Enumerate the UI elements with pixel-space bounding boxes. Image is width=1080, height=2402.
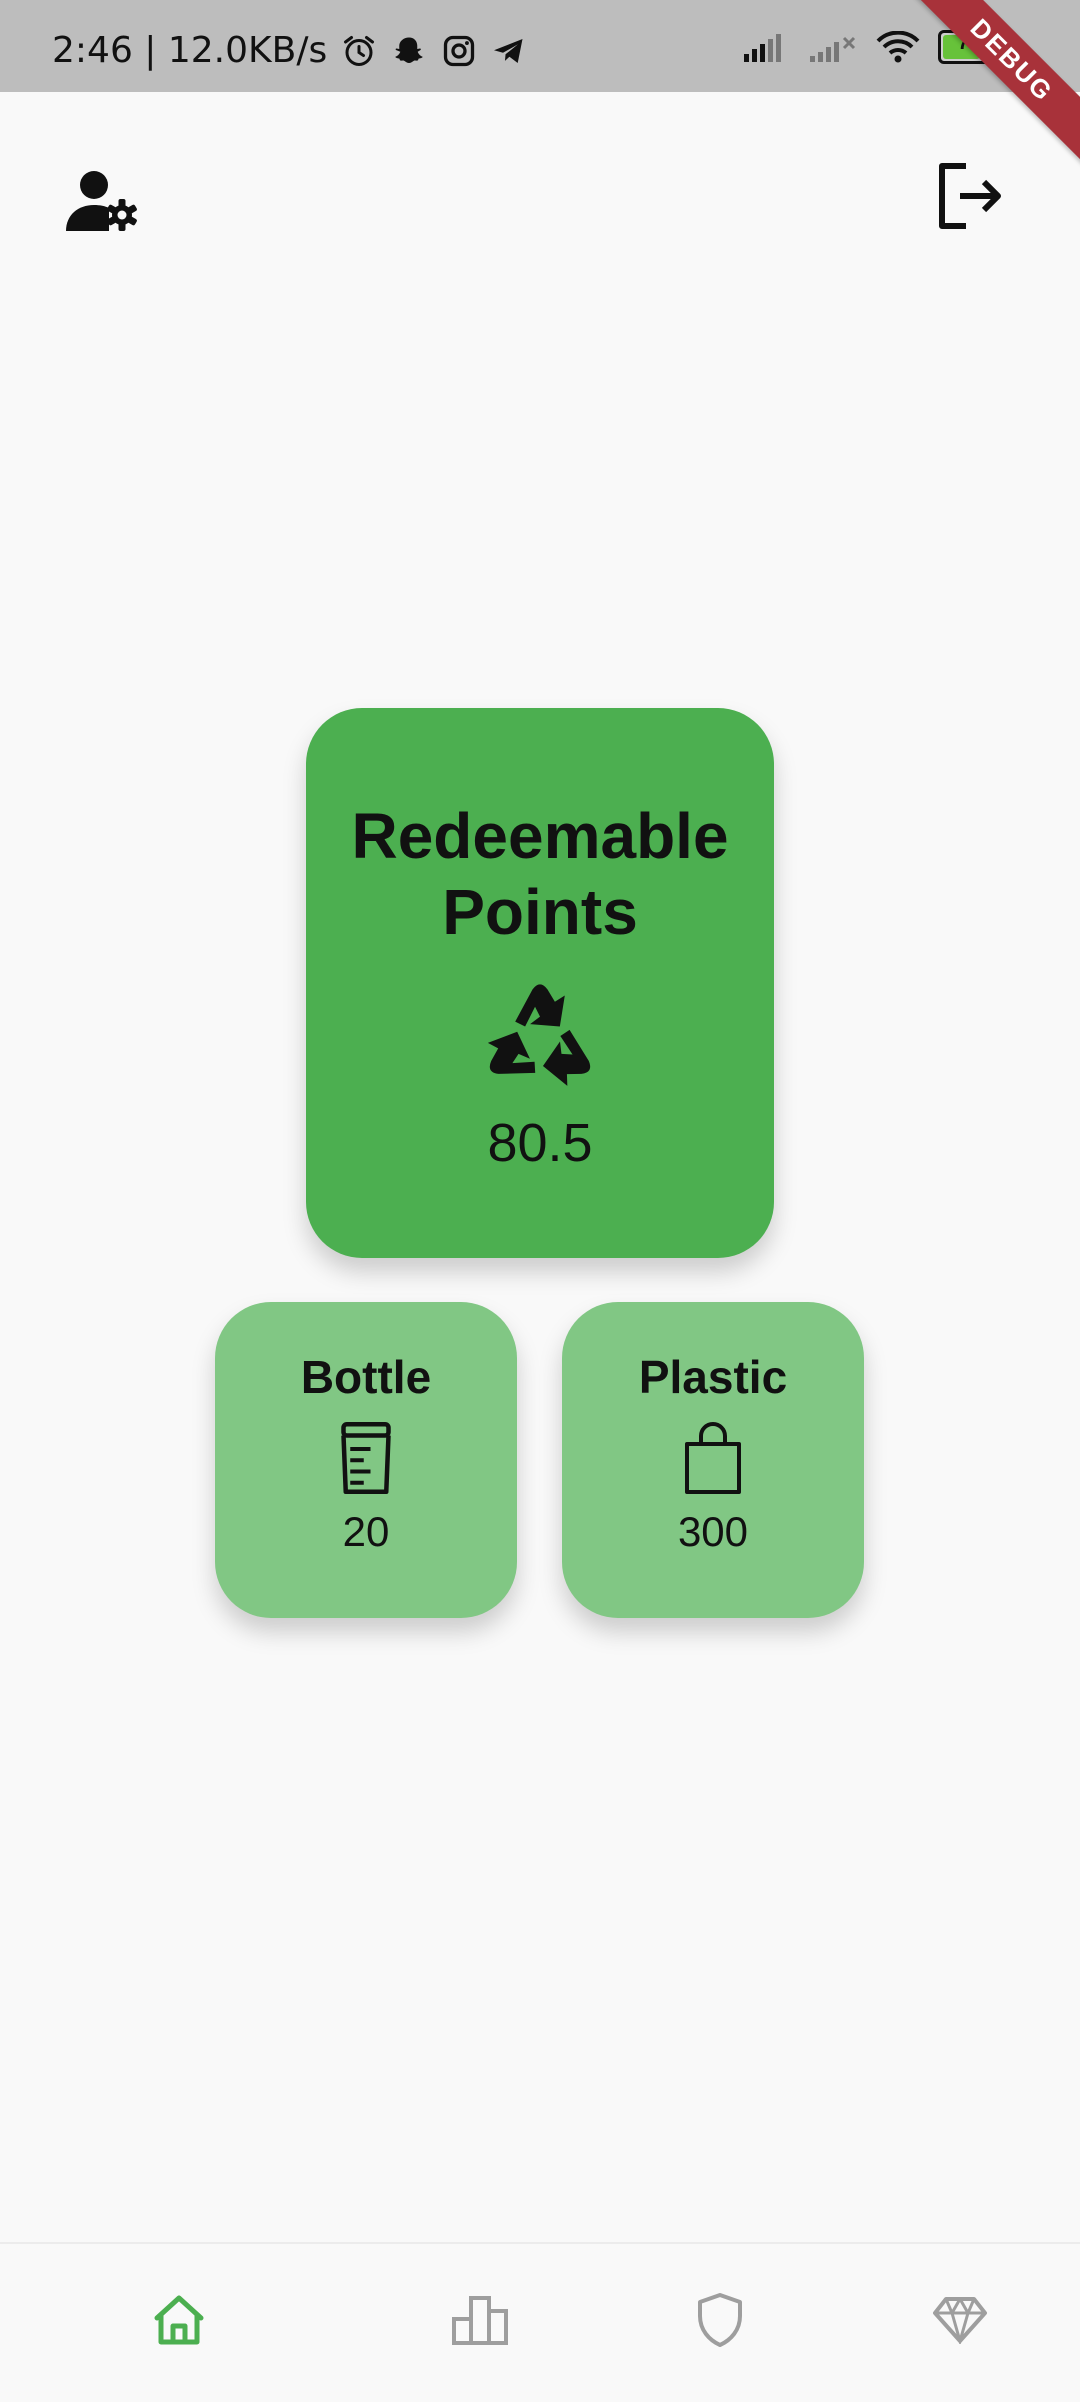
- status-left: 2:46 | 12.0KB/s: [52, 30, 527, 71]
- bottle-title: Bottle: [300, 1351, 432, 1403]
- shopping-bag-icon: [685, 1422, 741, 1494]
- snapchat-icon: [395, 37, 424, 63]
- status-bar: 2:46 | 12.0KB/s: [0, 0, 1080, 92]
- shield-icon: [698, 2293, 742, 2347]
- logout-button[interactable]: [930, 156, 1010, 236]
- points-title-line1: Redeemable: [351, 800, 729, 872]
- bottle-card: Bottle 20: [215, 1302, 517, 1618]
- manage-account-button[interactable]: [64, 160, 144, 240]
- nav-rewards[interactable]: [920, 2280, 1000, 2360]
- manage-account-icon: [66, 171, 137, 231]
- plastic-value: 300: [677, 1508, 749, 1555]
- plastic-card: Plastic 300: [562, 1302, 864, 1618]
- nav-home[interactable]: [139, 2280, 219, 2360]
- status-time-speed: 2:46 | 12.0KB/s: [52, 30, 328, 71]
- telegram-icon: [494, 38, 523, 63]
- nav-leaderboard[interactable]: [440, 2280, 520, 2360]
- bottle-icon: [341, 1422, 391, 1494]
- nav-shield[interactable]: [680, 2280, 760, 2360]
- points-title-line2: Points: [442, 876, 638, 948]
- bottle-value: 20: [342, 1508, 390, 1555]
- bottom-navigation: [0, 2242, 1080, 2402]
- instagram-icon: [444, 35, 475, 66]
- signal-no-service-icon: [810, 36, 856, 62]
- points-title: Redeemable Points: [306, 798, 774, 950]
- leaderboard-icon: [452, 2296, 508, 2345]
- redeemable-points-card: Redeemable Points 80.5: [306, 708, 774, 1258]
- signal-icon: [744, 34, 781, 62]
- logout-icon: [939, 163, 1001, 229]
- home-icon: [154, 2295, 204, 2345]
- wifi-icon: [876, 31, 920, 63]
- plastic-title: Plastic: [638, 1351, 788, 1403]
- recycle-icon: [478, 984, 602, 1092]
- alarm-icon: [344, 35, 375, 66]
- points-value: 80.5: [487, 1113, 593, 1173]
- diamond-icon: [933, 2297, 987, 2344]
